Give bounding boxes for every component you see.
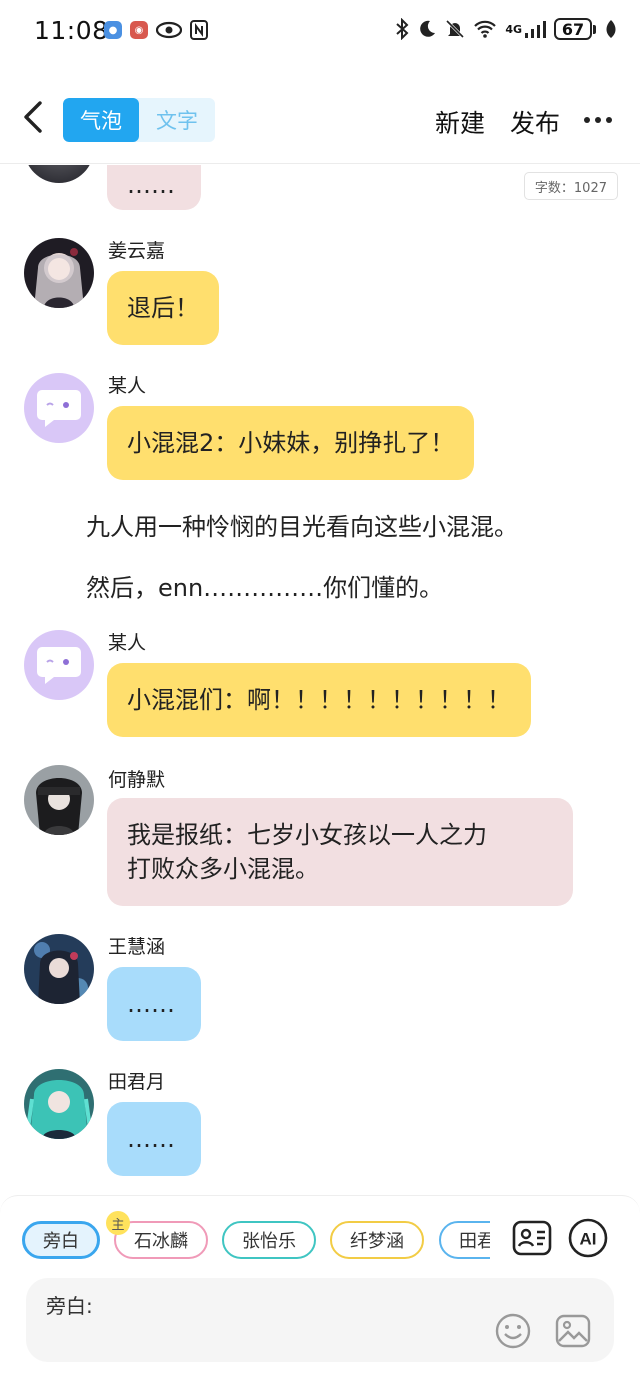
back-arrow-icon[interactable] [18,100,48,134]
nfc-icon [190,20,208,40]
message-text: 小混混2：小妹妹，别挣扎了！ [127,429,455,457]
message-text-line: 我是报纸：七岁小女孩以一人之力 [127,821,487,849]
speaker-name: 姜云嘉 [108,240,166,262]
battery-indicator: 67 [554,18,596,40]
emoji-icon[interactable] [494,1312,532,1350]
narration-text[interactable]: 九人用一种怜悯的目光看向这些小混混。 [86,507,518,542]
avatar[interactable] [24,765,94,835]
message-bubble[interactable]: …… [107,165,201,210]
avatar[interactable] [24,934,94,1004]
avatar[interactable] [24,238,94,308]
battery-level: 67 [554,18,592,40]
speaker-name: 王慧涵 [108,936,166,958]
app-notification-icon: ● [104,21,122,39]
avatar-image [24,765,94,835]
message-input[interactable]: 旁白: [26,1278,614,1362]
moon-icon [420,20,436,37]
message-text: 退后！ [127,294,199,322]
character-chip[interactable]: 纤梦涵 [330,1221,424,1259]
ai-icon[interactable]: AI [568,1218,608,1258]
role-card-icon[interactable] [512,1218,552,1258]
message-text: …… [127,990,175,1018]
eye-icon [156,21,182,39]
avatar-image [24,934,94,1004]
message-bubble[interactable]: …… [107,1102,201,1176]
message-text: …… [127,1125,175,1153]
top-app-bar: 气泡 文字 新建 发布 [0,64,640,164]
message-bubble[interactable]: 小混混2：小妹妹，别挣扎了！ [107,406,475,480]
message-bubble[interactable]: 小混混们：啊！！！！！！！！！！ [107,663,531,737]
svg-text:AI: AI [580,1230,597,1249]
avatar-image [24,1069,94,1139]
publish-button[interactable]: 发布 [510,104,560,140]
main-character-badge: 主 [106,1211,130,1235]
avatar[interactable] [24,630,94,700]
message-bubble[interactable]: 我是报纸：七岁小女孩以一人之力 打败众多小混混。 [107,798,573,906]
message-text: 小混混们：啊！！！！！！！！！！ [127,686,511,714]
chat-list: …… 姜云嘉 退后！ 某人 小混混2：小妹妹，别挣扎了！ 九人用一种怜悯的目光看… [0,165,640,1195]
app-notification-icon: ◉ [130,21,148,39]
signal-icon [525,21,546,38]
bell-mute-icon [446,19,465,39]
avatar-image [24,238,94,308]
notification-icons: ● ◉ [104,20,208,40]
chat-bubble-icon [37,647,81,684]
character-selector: 旁白 石冰麟 张怡乐 纤梦涵 田君 [22,1221,490,1261]
tab-bubble[interactable]: 气泡 [63,98,139,142]
network-type: 4G [505,22,522,36]
avatar[interactable] [24,373,94,443]
wifi-icon [474,20,497,38]
composer-panel: 主 旁白 石冰麟 张怡乐 纤梦涵 田君 AI 旁白: [0,1195,640,1387]
new-button[interactable]: 新建 [435,104,485,140]
character-chip[interactable]: 张怡乐 [222,1221,316,1259]
bluetooth-icon [396,18,409,40]
word-count-badge: 字数：1027 [523,172,618,200]
view-mode-toggle: 气泡 文字 [63,98,215,142]
avatar[interactable] [24,165,94,183]
message-bubble[interactable]: 退后！ [107,271,219,345]
leaf-icon [606,20,616,38]
message-text-line: 打败众多小混混。 [127,855,319,883]
system-icons: 4G 67 [395,18,618,40]
status-bar: 11:08 ● ◉ 4G 67 [0,0,640,64]
narration-text[interactable]: 然后，enn……………你们懂的。 [86,568,443,603]
status-time: 11:08 [34,16,109,45]
chat-bubble-icon [37,390,81,427]
speaker-name: 某人 [108,375,147,397]
character-chip-narrator[interactable]: 旁白 [22,1221,100,1259]
more-icon[interactable] [584,117,612,123]
image-icon[interactable] [554,1312,592,1350]
character-chip[interactable]: 田君 [439,1221,490,1259]
speaker-name: 何静默 [108,769,166,791]
speaker-name: 某人 [108,632,147,654]
message-bubble[interactable]: …… [107,967,201,1041]
speaker-name: 田君月 [108,1071,166,1093]
tab-text[interactable]: 文字 [139,98,215,142]
avatar[interactable] [24,1069,94,1139]
message-text: …… [127,171,175,199]
input-speaker-label: 旁白: [46,1294,93,1318]
